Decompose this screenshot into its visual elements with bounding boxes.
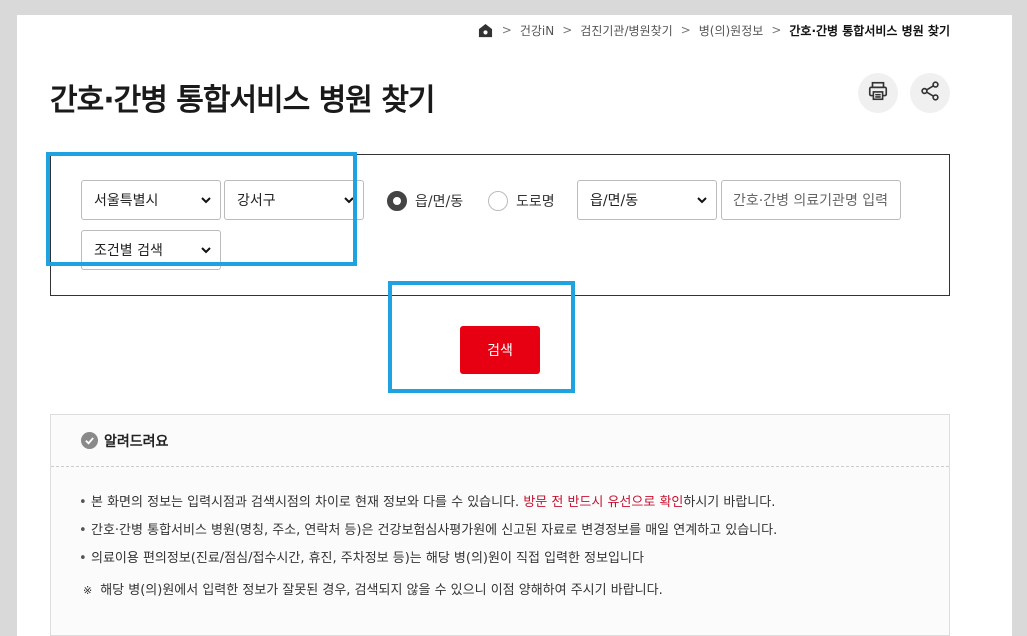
radio-eup-label: 읍/면/동 <box>415 194 464 210</box>
notice-list: 본 화면의 정보는 입력시점과 검색시점의 차이로 현재 정보와 다를 수 있습… <box>51 467 949 577</box>
notice-item: 간호·간병 통합서비스 병원(명칭, 주소, 연락처 등)은 건강보험심사평가원… <box>79 521 949 549</box>
radio-checked-icon[interactable] <box>387 191 407 211</box>
breadcrumb: > 건강iN > 검진기관/병원찾기 > 병(의)원정보 > 간호·간병 통합서… <box>478 19 950 41</box>
notice-footnote: ※ 해당 병(의)원에서 입력한 정보가 잘못된 경우, 검색되지 않을 수 있으… <box>51 579 949 598</box>
printer-icon <box>867 80 889 106</box>
share-icon <box>919 80 941 106</box>
chevron-right-icon: > <box>562 23 573 37</box>
notice-box: 알려드려요 본 화면의 정보는 입력시점과 검색시점의 차이로 현재 정보와 다… <box>50 414 950 636</box>
share-button[interactable] <box>910 73 950 113</box>
notice-header: 알려드려요 <box>51 415 949 467</box>
hospital-name-input[interactable]: 간호·간병 의료기관명 입력 <box>721 180 901 220</box>
notice-text: 본 화면의 정보는 입력시점과 검색시점의 차이로 현재 정보와 다를 수 있습… <box>91 495 524 510</box>
radio-road-name[interactable]: 도로명 <box>488 191 555 211</box>
chevron-down-icon <box>696 194 708 210</box>
notice-item: 의료이용 편의정보(진료/점심/접수시간, 휴진, 주차정보 등)는 해당 병(… <box>79 549 949 577</box>
breadcrumb-current: 간호·간병 통합서비스 병원 찾기 <box>789 23 950 38</box>
chevron-right-icon: > <box>680 23 691 37</box>
chevron-right-icon: > <box>771 23 782 37</box>
reference-mark: ※ <box>83 584 93 597</box>
notice-emphasis: 방문 전 반드시 유선으로 확인 <box>523 495 684 510</box>
breadcrumb-item-clinic-info[interactable]: 병(의)원정보 <box>699 22 764 39</box>
check-circle-icon <box>81 432 98 449</box>
breadcrumb-item-health[interactable]: 건강iN <box>520 22 554 39</box>
radio-unchecked-icon[interactable] <box>488 191 508 211</box>
notice-item: 본 화면의 정보는 입력시점과 검색시점의 차이로 현재 정보와 다를 수 있습… <box>79 493 949 521</box>
print-button[interactable] <box>858 73 898 113</box>
notice-text: 하시기 바랍니다. <box>683 495 776 510</box>
page-title: 간호·간병 통합서비스 병원 찾기 <box>50 83 436 118</box>
radio-eup-myeon-dong[interactable]: 읍/면/동 <box>387 191 463 211</box>
notice-title: 알려드려요 <box>104 433 169 450</box>
highlight-search-button <box>388 281 575 393</box>
dong-select[interactable]: 읍/면/동 <box>577 180 717 220</box>
hospital-name-placeholder: 간호·간병 의료기관명 입력 <box>733 193 889 209</box>
highlight-region-selects <box>46 152 357 266</box>
dong-select-value: 읍/면/동 <box>590 193 639 209</box>
radio-road-label: 도로명 <box>516 194 555 210</box>
chevron-right-icon: > <box>501 23 512 37</box>
home-icon[interactable] <box>478 22 494 38</box>
breadcrumb-item-hospital-search[interactable]: 검진기관/병원찾기 <box>580 22 672 39</box>
notice-footnote-text: 해당 병(의)원에서 입력한 정보가 잘못된 경우, 검색되지 않을 수 있으니… <box>100 583 663 598</box>
